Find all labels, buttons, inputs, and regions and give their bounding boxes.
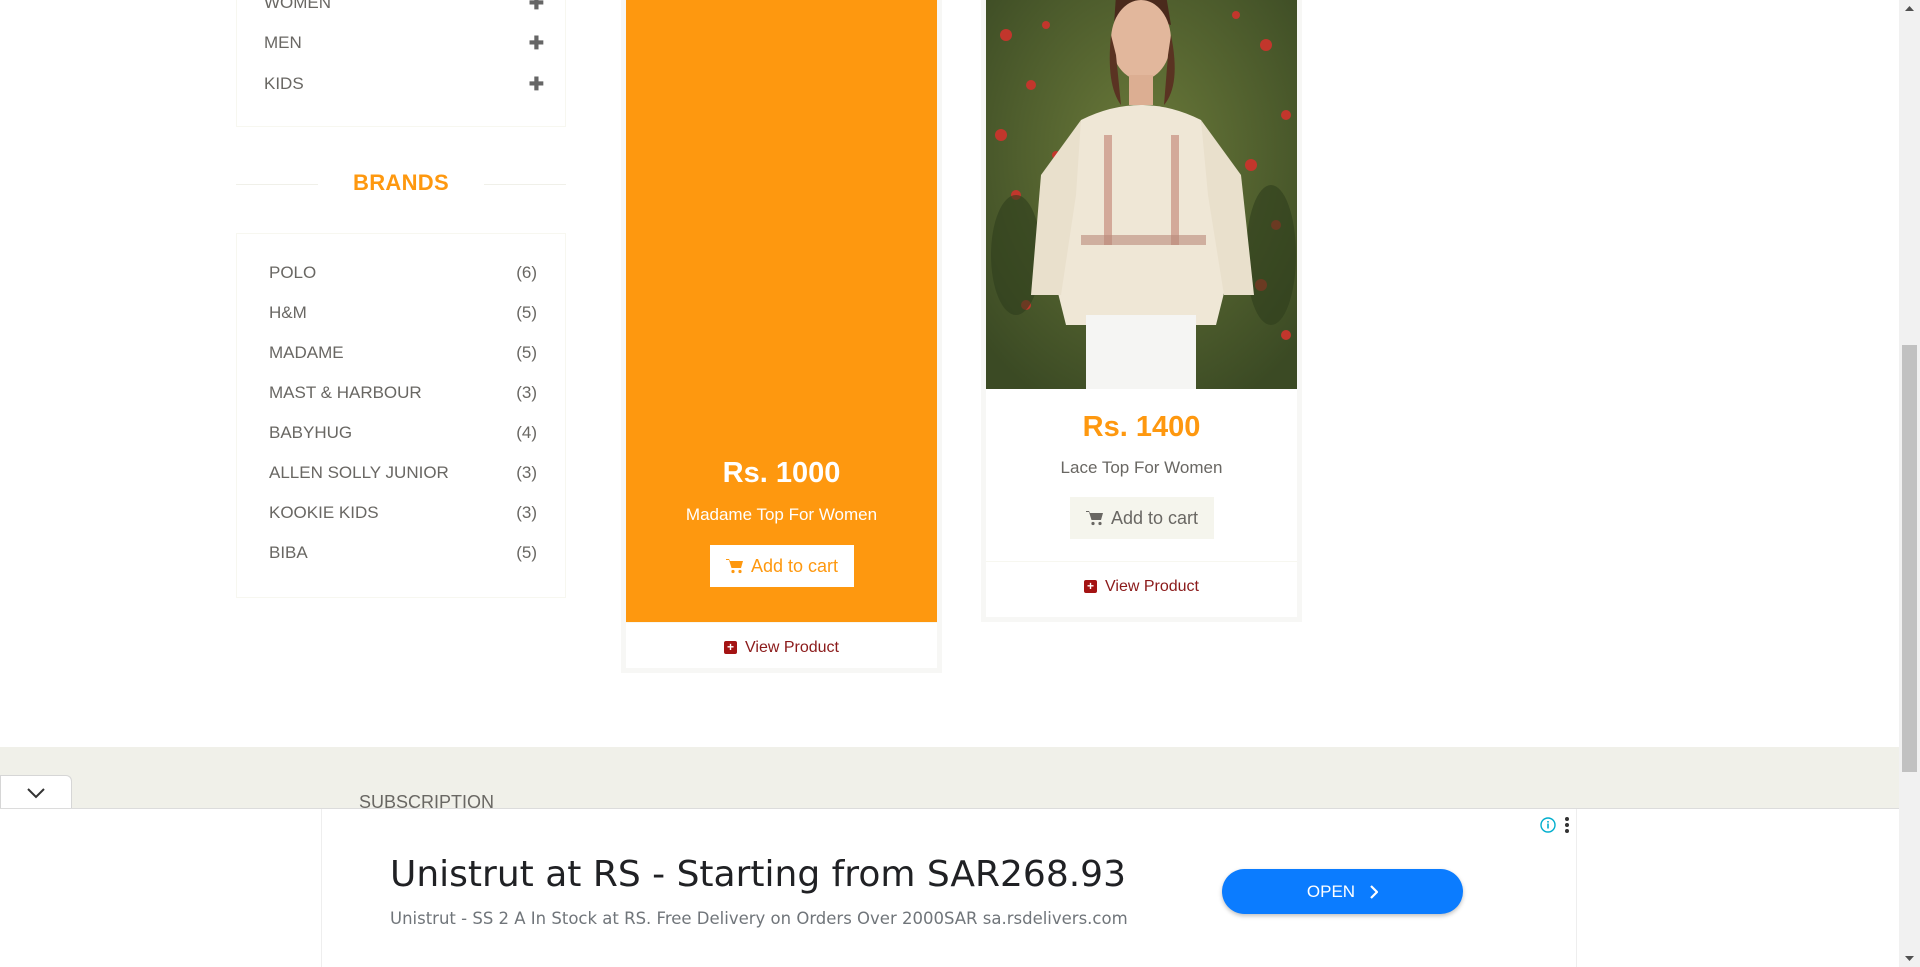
product-image[interactable] <box>986 0 1297 389</box>
product-card: Rs. 1000 Madame Top For Women Add to car… <box>621 0 942 673</box>
brand-name: ALLEN SOLLY JUNIOR <box>269 463 449 482</box>
brand-name: MADAME <box>269 343 344 362</box>
plus-icon[interactable]: ✚ <box>529 74 544 95</box>
add-to-cart-label: Add to cart <box>1110 507 1199 528</box>
vertical-scrollbar[interactable] <box>1899 0 1920 967</box>
category-label: MEN <box>264 33 302 52</box>
shopping-cart-icon <box>725 559 743 574</box>
page: WOMEN ✚ MEN ✚ KIDS ✚ BRANDS POLO (6) H&M… <box>0 0 1899 967</box>
brand-item[interactable]: KOOKIE KIDS (3) <box>269 498 537 528</box>
brand-item[interactable]: ALLEN SOLLY JUNIOR (3) <box>269 458 537 488</box>
brand-count: (3) <box>516 383 537 402</box>
brand-name: POLO <box>269 263 317 282</box>
shopping-cart-icon <box>1085 511 1103 526</box>
brand-count: (5) <box>516 543 537 562</box>
ad-open-button[interactable]: OPEN <box>1222 869 1463 914</box>
brand-count: (5) <box>516 303 537 322</box>
product-price: Rs. 1000 <box>722 457 841 489</box>
category-item-women[interactable]: WOMEN ✚ <box>264 0 544 18</box>
brand-count: (6) <box>516 263 537 282</box>
product-name: Lace Top For Women <box>1060 458 1223 477</box>
product-name: Madame Top For Women <box>685 505 878 524</box>
add-to-cart-button[interactable]: Add to cart <box>710 545 854 587</box>
brand-count: (5) <box>516 343 537 362</box>
plus-icon[interactable]: ✚ <box>529 0 544 14</box>
brand-item[interactable]: BIBA (5) <box>269 538 537 568</box>
brands-panel: POLO (6) H&M (5) MADAME (5) MAST & HARBO… <box>236 233 566 598</box>
ad-title[interactable]: Unistrut at RS - Starting from SAR268.93 <box>390 854 1126 895</box>
brand-count: (3) <box>516 503 537 522</box>
scrollbar-thumb[interactable] <box>1902 345 1917 772</box>
view-product-link[interactable]: + View Product <box>986 561 1297 611</box>
plus-square-icon: + <box>1084 580 1097 593</box>
info-icon[interactable] <box>1540 817 1556 833</box>
ad-banner: Unistrut at RS - Starting from SAR268.93… <box>0 808 1899 967</box>
chevron-down-icon <box>27 787 45 798</box>
ad-collapse-toggle[interactable] <box>0 775 72 809</box>
view-product-label: View Product <box>1105 577 1199 595</box>
brand-name: KOOKIE KIDS <box>269 503 379 522</box>
ad-box[interactable]: Unistrut at RS - Starting from SAR268.93… <box>321 809 1577 967</box>
brand-item[interactable]: H&M (5) <box>269 298 537 328</box>
add-to-cart-label: Add to cart <box>750 555 839 576</box>
add-to-cart-button[interactable]: Add to cart <box>1070 497 1214 539</box>
brand-item[interactable]: MAST & HARBOUR (3) <box>269 378 537 408</box>
scroll-down-arrow-icon[interactable] <box>1899 950 1920 967</box>
brand-item[interactable]: POLO (6) <box>269 258 537 288</box>
brands-heading: BRANDS <box>236 167 566 199</box>
category-panel: WOMEN ✚ MEN ✚ KIDS ✚ <box>236 0 566 127</box>
product-price: Rs. 1400 <box>1082 411 1201 443</box>
product-overlay: Rs. 1000 Madame Top For Women Add to car… <box>626 0 937 622</box>
plus-icon[interactable]: ✚ <box>529 33 544 54</box>
scroll-up-arrow-icon[interactable] <box>1899 0 1920 17</box>
divider <box>484 184 566 185</box>
product-card: Rs. 1400 Lace Top For Women Add to cart … <box>981 0 1302 622</box>
category-label: KIDS <box>264 74 304 93</box>
chevron-right-icon <box>1370 884 1379 899</box>
brands-title: BRANDS <box>353 170 449 195</box>
brand-name: BABYHUG <box>269 423 353 442</box>
divider <box>236 184 318 185</box>
ad-open-label: OPEN <box>1306 881 1356 901</box>
category-item-kids[interactable]: KIDS ✚ <box>264 69 544 99</box>
brand-item[interactable]: BABYHUG (4) <box>269 418 537 448</box>
brand-count: (3) <box>516 463 537 482</box>
plus-square-icon: + <box>724 641 737 654</box>
brand-name: MAST & HARBOUR <box>269 383 422 402</box>
brand-item[interactable]: MADAME (5) <box>269 338 537 368</box>
brand-count: (4) <box>516 423 537 442</box>
ad-description[interactable]: Unistrut - SS 2 A In Stock at RS. Free D… <box>390 909 1128 928</box>
view-product-link[interactable]: + View Product <box>626 622 937 672</box>
view-product-label: View Product <box>745 638 839 656</box>
category-label: WOMEN <box>264 0 332 12</box>
brand-name: BIBA <box>269 543 308 562</box>
brand-name: H&M <box>269 303 307 322</box>
more-vertical-icon[interactable] <box>1562 816 1572 834</box>
category-item-men[interactable]: MEN ✚ <box>264 28 544 58</box>
